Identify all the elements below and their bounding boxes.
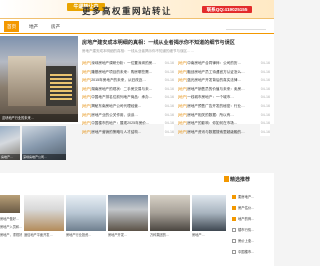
list-item[interactable]: [地产]揭秘东南房地产公司代理经营… 04-16: [82, 101, 174, 111]
news-list-right: [地产]中南房地产合同律师：公司的历… 04-16 [地产]融创房地产员工待遇官方…: [178, 59, 270, 137]
side-link[interactable]: 房地产入员和…: [0, 224, 22, 229]
list-item[interactable]: [地产]一线城市房地产：一个城市… 04-16: [178, 93, 270, 102]
checkbox-icon: [232, 239, 236, 243]
nav-item-property[interactable]: 房产: [48, 21, 63, 32]
main-nav: 首页 地产 房产: [0, 19, 274, 35]
sub-photo[interactable]: 深圳房地产公司…: [22, 126, 66, 160]
list-item[interactable]: [地产]房地产预售广告开发的秘密：行业… 04-16: [178, 101, 270, 111]
list-item[interactable]: [地产]房地产的影响：你如何在市场… 04-16: [178, 119, 270, 128]
list-item[interactable]: [地产]湖南房地产的现状：二手房交易与未… 04-16: [82, 84, 174, 94]
recommend-item[interactable]: 中国楼市…: [232, 247, 272, 258]
list-item[interactable]: [地产]房地产相关的数据：所以有… 04-16: [178, 110, 270, 120]
list-item[interactable]: [地产]中国楼市的地产：展现2025年房价… 04-16: [82, 119, 174, 128]
thumb-caption: 速信地产平面开发…: [24, 233, 53, 237]
list-item[interactable]: [地产]融创房地产员工待遇官方认证怎么… 04-16: [178, 67, 270, 77]
recommend-list: 麦房地产… 房产估价… 地产的商… 楼市行情… 房价上涨… 中国楼市…: [232, 192, 272, 258]
recommend-item[interactable]: 房价上涨…: [232, 236, 272, 247]
thumb-card[interactable]: 房地产行业投资…: [66, 195, 106, 237]
nav-item-realestate[interactable]: 地产: [26, 21, 41, 32]
nav-item-home[interactable]: 首页: [4, 21, 20, 32]
list-item[interactable]: [地产]房地产业的公关作用，谈谈… 04-16: [82, 110, 174, 120]
list-item[interactable]: [地产]房地产营销的策略与人才结构… 04-16: [82, 127, 174, 137]
thumb-card[interactable]: 万科集团的…: [150, 195, 190, 237]
thumb-caption: 房地产开发…: [108, 233, 128, 237]
recommend-item[interactable]: 麦房地产…: [232, 192, 272, 203]
checkbox-icon: [232, 195, 236, 199]
side-link[interactable]: 房地产，重视好…: [0, 232, 22, 237]
list-item[interactable]: [地产]蓝光房地产开发背后的真实法律… 04-16: [178, 76, 270, 85]
thumb-card[interactable]: 速信地产平面开发…: [24, 195, 64, 237]
top-banner[interactable]: 牛逼转让中 更多高权重网站转让 联系QQ:419025155: [0, 0, 274, 19]
checkbox-icon: [232, 217, 236, 221]
thumb-caption: 万科集团的…: [150, 233, 170, 237]
checkbox-icon: [232, 206, 236, 210]
side-link[interactable]: 房地产做好…: [0, 216, 22, 221]
recommend-title: 精选推荐: [230, 177, 251, 183]
list-item[interactable]: [地产]房地产资讯与数据搜索里超级融的… 04-16: [178, 127, 270, 137]
recommend-item[interactable]: 地产的商…: [232, 214, 272, 225]
thumb-card[interactable]: 房地产…: [192, 195, 226, 237]
list-item[interactable]: [地产]隆基房地产项目的未来：购房哪些需… 04-16: [82, 67, 174, 77]
building-shape: [8, 56, 46, 106]
lead-summary: 房地产建安成本明细的真相：一线从业者揭示你不知道的细节与误区……: [82, 49, 194, 53]
thumb-caption: 房地产行业投资…: [66, 233, 92, 237]
recommend-item[interactable]: 楼市行情…: [232, 225, 272, 236]
lead-headline[interactable]: 房地产建安成本明细的真相：一线从业者揭示你不知道的细节与误区: [82, 39, 270, 46]
lead-photo[interactable]: 这块地产行业的未来…: [0, 36, 78, 122]
lead-photo-caption: 这块地产行业的未来…: [0, 114, 78, 122]
sub-photo[interactable]: 房地产…: [0, 126, 20, 160]
banner-slogan: 更多高权重网站转让: [82, 6, 173, 16]
building-windows: [50, 72, 72, 100]
list-item[interactable]: [地产]2015年房地产的未来，从旧改迈… 04-16: [82, 76, 174, 85]
nav-search-input[interactable]: [226, 23, 266, 30]
list-item[interactable]: [地产]中国地产排名位前列地产商品：承办… 04-16: [82, 93, 174, 102]
sub-photo-caption: 房地产…: [0, 154, 20, 160]
list-item[interactable]: [地产]中南房地产合同律师：公司的历… 04-16: [178, 59, 270, 68]
checkbox-icon: [232, 250, 236, 254]
left-side-column: 房地产做好… 房地产入员和… 房地产，重视好…: [0, 195, 22, 266]
list-item[interactable]: [地产]房地产销售员的价值与未来：卖房… 04-16: [178, 84, 270, 94]
recommend-icon: [224, 176, 229, 182]
list-item[interactable]: [地产]深圳房地产调研分析：一位置深圳的房… 04-16: [82, 59, 174, 68]
thumb-card[interactable]: 房地产开发…: [108, 195, 148, 237]
side-thumb[interactable]: [0, 195, 20, 213]
thumb-caption: 房地产…: [192, 233, 205, 237]
checkbox-icon: [232, 228, 236, 232]
qq-contact[interactable]: 联系QQ:419025155: [202, 6, 252, 13]
recommend-item[interactable]: 房产估价…: [232, 203, 272, 214]
news-list-left: [地产]深圳房地产调研分析：一位置深圳的房… 04-16 [地产]隆基房地产项目的…: [82, 59, 174, 137]
sub-photo-caption: 深圳房地产公司…: [22, 154, 66, 160]
